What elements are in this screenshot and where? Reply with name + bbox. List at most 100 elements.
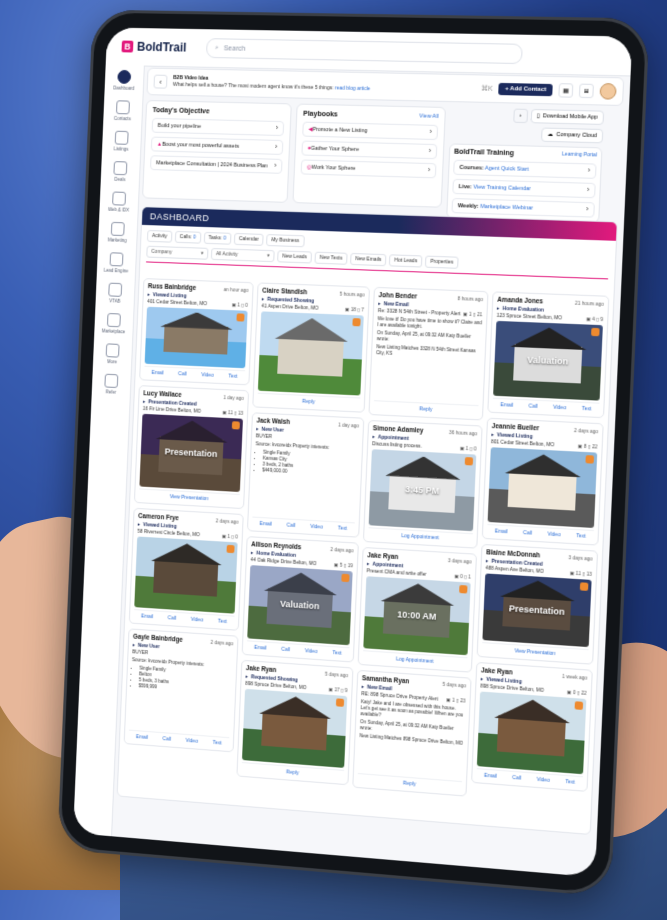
lead-name[interactable]: Russ Bainbridge: [148, 283, 196, 292]
lead-name[interactable]: Amanda Jones: [497, 297, 543, 306]
tip-link[interactable]: read blog article: [335, 85, 371, 92]
email-button[interactable]: Email: [254, 645, 266, 652]
sidebar-item-refer[interactable]: Refer: [92, 368, 131, 400]
lead-name[interactable]: John Bender: [378, 292, 417, 301]
training-row[interactable]: Courses: Agent Quick Start ›: [453, 160, 596, 179]
filter-button[interactable]: New Texts: [314, 252, 347, 265]
video-button[interactable]: Video: [553, 405, 566, 412]
call-button[interactable]: Call: [168, 615, 177, 621]
lead-card[interactable]: Russ Bainbridge an hour ago ▸ Viewed Listin…: [139, 278, 254, 385]
lead-card[interactable]: Jake Ryan 1 week ago ▸ Viewed Listing 898 Sp…: [471, 662, 593, 792]
filter-button[interactable]: New Leads: [277, 250, 312, 263]
calendar-icon[interactable]: ▦: [558, 83, 573, 98]
sidebar-item-marketing[interactable]: Marketing: [98, 217, 137, 249]
email-button[interactable]: Email: [151, 370, 163, 376]
tab-activity[interactable]: Activity: [147, 230, 172, 243]
lead-card[interactable]: Jake Ryan 3 days ago ▸ Appointment Present C…: [358, 547, 477, 673]
lead-card[interactable]: Jeannie Bueller 2 days ago ▸ Viewed Listing…: [482, 418, 604, 546]
lead-name[interactable]: Jake Ryan: [481, 667, 513, 676]
reply-button[interactable]: Reply: [257, 393, 360, 408]
email-button[interactable]: Email: [484, 773, 497, 780]
company-cloud-button[interactable]: ☁ Company Cloud: [541, 128, 603, 144]
lead-name[interactable]: Jake Ryan: [367, 552, 398, 561]
lead-name[interactable]: Jake Ryan: [246, 665, 277, 674]
sidebar-item-marketplace[interactable]: Marketplace: [94, 308, 133, 340]
email-button[interactable]: Email: [136, 734, 148, 741]
lead-card[interactable]: Gayle Bainbridge 2 days ago ▸ New User BUYER…: [124, 628, 239, 752]
text-button[interactable]: Text: [218, 619, 227, 626]
video-button[interactable]: Video: [310, 524, 323, 531]
lead-card[interactable]: Amanda Jones 21 hours ago ▸ Home Evaluation…: [487, 291, 609, 418]
video-button[interactable]: Video: [537, 777, 550, 784]
sidebar-item-deals[interactable]: Deals: [101, 156, 140, 188]
filter-button[interactable]: Hot Leads: [389, 254, 422, 267]
call-button[interactable]: Call: [163, 736, 172, 743]
sidebar-item-contacts[interactable]: Contacts: [103, 95, 142, 126]
lead-name[interactable]: Claire Standish: [262, 288, 307, 297]
lead-name[interactable]: Jack Walsh: [256, 417, 290, 426]
activity-select[interactable]: All Activity ▾: [211, 248, 275, 262]
company-select[interactable]: Company ▾: [146, 246, 208, 260]
objective-item[interactable]: ▲ Boost your most powerful assets ›: [151, 137, 284, 155]
lead-card[interactable]: Allison Reynolds 2 days ago ▸ Home Evaluati…: [242, 536, 359, 662]
playbook-item[interactable]: ◎ Work Your Sphere ›: [301, 159, 437, 178]
playbook-item[interactable]: ◀ Promote a New Listing ›: [302, 122, 438, 140]
text-button[interactable]: Text: [338, 525, 347, 532]
playbook-item[interactable]: ● Gather Your Sphere ›: [301, 141, 437, 160]
call-button[interactable]: Call: [287, 523, 296, 529]
lead-name[interactable]: Cameron Frye: [138, 513, 179, 522]
email-button[interactable]: Email: [259, 521, 271, 528]
video-button[interactable]: Video: [201, 372, 214, 378]
lead-card[interactable]: Jake Ryan 5 days ago ▸ Requested Showing 898…: [236, 660, 353, 786]
text-button[interactable]: Text: [582, 406, 592, 413]
lead-card[interactable]: John Bender 8 hours ago ▸ New Email Re: 3328…: [368, 287, 488, 421]
sidebar-item-dashboard[interactable]: Dashboard: [104, 65, 144, 96]
training-row[interactable]: Weekly: Marketplace Webinar ›: [451, 198, 594, 218]
sidebar-item-listings[interactable]: Listings: [102, 125, 141, 156]
call-button[interactable]: Call: [178, 371, 187, 377]
email-button[interactable]: Email: [495, 528, 508, 535]
text-button[interactable]: Text: [576, 533, 586, 540]
next-arrow-button[interactable]: ›: [513, 109, 528, 124]
objective-item[interactable]: Marketplace Consultation | 2024 Business…: [150, 155, 283, 174]
call-button[interactable]: Call: [529, 403, 538, 409]
sidebar-item-vtab[interactable]: VTAB: [95, 277, 134, 309]
video-button[interactable]: Video: [185, 738, 198, 745]
tab-my-business[interactable]: My Business: [266, 234, 304, 247]
search-input[interactable]: ⌕ Search: [206, 38, 523, 64]
text-button[interactable]: Text: [228, 373, 237, 379]
filter-button[interactable]: New Emails: [350, 253, 387, 266]
avatar[interactable]: [599, 83, 616, 100]
lead-card[interactable]: Lucy Wallace 1 day ago ▸ Presentation Creat…: [134, 385, 249, 509]
lead-card[interactable]: Claire Standish 5 hours ago ▸ Requested Sho…: [252, 282, 370, 412]
video-button[interactable]: Video: [191, 617, 204, 624]
email-button[interactable]: Email: [141, 613, 153, 620]
call-button[interactable]: Call: [512, 775, 521, 782]
training-row[interactable]: Live: View Training Calendar ›: [452, 179, 595, 198]
call-button[interactable]: Call: [281, 647, 290, 654]
lead-name[interactable]: Lucy Wallace: [143, 390, 181, 399]
sidebar-item-lead-engine[interactable]: Lead Engine: [97, 247, 136, 279]
lead-card[interactable]: Jack Walsh 1 day ago ▸ New User BUYER Source:…: [247, 412, 364, 537]
tab-calendar[interactable]: Calendar: [234, 233, 264, 246]
view-all-link[interactable]: View All: [419, 113, 439, 121]
lead-card[interactable]: Simone Adamley 36 hours ago ▸ Appointment Di…: [363, 420, 483, 549]
text-button[interactable]: Text: [565, 779, 575, 786]
add-contact-button[interactable]: + Add Contact: [499, 83, 553, 96]
lead-name[interactable]: Jeannie Bueller: [492, 423, 540, 432]
learning-portal-link[interactable]: Learning Portal: [562, 151, 597, 159]
text-button[interactable]: Text: [213, 740, 222, 747]
grid-menu-icon[interactable]: ⊞: [579, 84, 594, 99]
download-app-button[interactable]: ▯ Download Mobile App: [530, 109, 604, 125]
filter-button[interactable]: Properties: [425, 256, 459, 269]
lead-card[interactable]: Blaine McDonnah 3 days ago ▸ Presentation C…: [477, 544, 599, 665]
video-button[interactable]: Video: [547, 531, 560, 538]
tab-calls-[interactable]: Calls: 0: [175, 231, 201, 244]
objective-item[interactable]: Build your pipeline ›: [152, 118, 285, 136]
email-button[interactable]: Email: [500, 402, 513, 409]
call-button[interactable]: Call: [523, 530, 532, 537]
prev-tip-button[interactable]: ‹: [153, 75, 167, 89]
logo[interactable]: B BoldTrail: [121, 40, 206, 55]
video-button[interactable]: Video: [305, 648, 318, 655]
sidebar-item-web-idx[interactable]: Web & IDX: [99, 186, 138, 218]
